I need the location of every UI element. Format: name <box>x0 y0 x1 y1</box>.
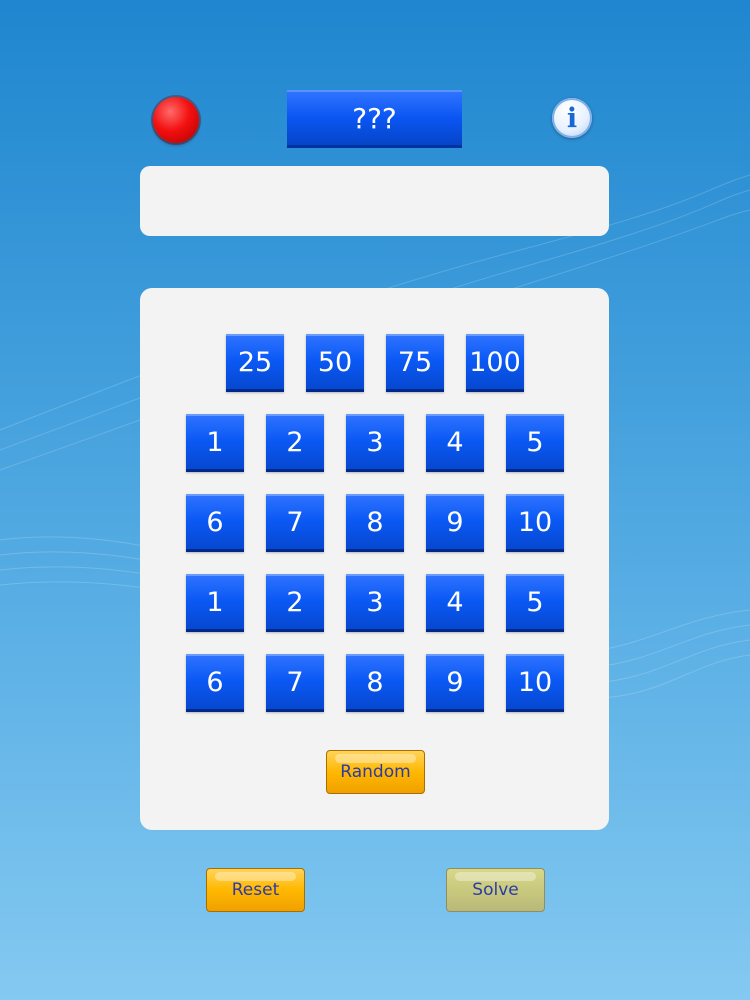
target-number-button[interactable]: ??? <box>287 90 462 148</box>
random-button-label: Random <box>340 762 411 782</box>
tile-label: 50 <box>317 347 353 378</box>
tile-label: 6 <box>206 667 224 698</box>
small-number-tile[interactable]: 10 <box>506 654 564 712</box>
small-number-tile[interactable]: 4 <box>426 414 484 472</box>
target-number-label: ??? <box>352 102 397 135</box>
small-number-tile[interactable]: 2 <box>266 414 324 472</box>
small-number-tile[interactable]: 2 <box>266 574 324 632</box>
tile-label: 7 <box>286 507 304 538</box>
tile-label: 10 <box>517 507 553 538</box>
tile-label: 4 <box>446 587 464 618</box>
small-number-tile[interactable]: 10 <box>506 494 564 552</box>
tile-label: 1 <box>206 427 224 458</box>
tile-label: 10 <box>517 667 553 698</box>
tile-label: 3 <box>366 427 384 458</box>
tile-label: 5 <box>526 427 544 458</box>
small-number-tile[interactable]: 9 <box>426 494 484 552</box>
small-number-tile[interactable]: 3 <box>346 414 404 472</box>
tile-label: 100 <box>469 347 521 378</box>
small-number-tile[interactable]: 5 <box>506 574 564 632</box>
tile-label: 3 <box>366 587 384 618</box>
tile-label: 25 <box>237 347 273 378</box>
tile-label: 6 <box>206 507 224 538</box>
number-panel <box>140 288 609 830</box>
small-number-tile[interactable]: 6 <box>186 654 244 712</box>
random-button[interactable]: Random <box>326 750 425 794</box>
tile-label: 9 <box>446 667 464 698</box>
tile-label: 4 <box>446 427 464 458</box>
small-number-tile[interactable]: 1 <box>186 574 244 632</box>
small-number-tile[interactable]: 8 <box>346 494 404 552</box>
reset-button-label: Reset <box>231 880 280 900</box>
expression-display <box>140 166 609 236</box>
tile-label: 5 <box>526 587 544 618</box>
reset-button[interactable]: Reset <box>206 868 305 912</box>
tile-label: 8 <box>366 507 384 538</box>
tile-label: 7 <box>286 667 304 698</box>
tile-label: 9 <box>446 507 464 538</box>
small-number-tile[interactable]: 3 <box>346 574 404 632</box>
info-icon: i <box>566 102 578 134</box>
info-button[interactable]: i <box>552 98 592 138</box>
solve-button-label: Solve <box>472 880 519 900</box>
small-number-tile[interactable]: 1 <box>186 414 244 472</box>
large-number-tile[interactable]: 50 <box>306 334 364 392</box>
tile-label: 2 <box>286 587 304 618</box>
record-button[interactable] <box>153 97 199 143</box>
solve-button[interactable]: Solve <box>446 868 545 912</box>
large-number-tile[interactable]: 100 <box>466 334 524 392</box>
large-number-tile[interactable]: 25 <box>226 334 284 392</box>
tile-label: 75 <box>397 347 433 378</box>
tile-label: 2 <box>286 427 304 458</box>
small-number-tile[interactable]: 4 <box>426 574 484 632</box>
small-number-tile[interactable]: 7 <box>266 494 324 552</box>
small-number-tile[interactable]: 7 <box>266 654 324 712</box>
small-number-tile[interactable]: 9 <box>426 654 484 712</box>
tile-label: 8 <box>366 667 384 698</box>
tile-label: 1 <box>206 587 224 618</box>
small-number-tile[interactable]: 6 <box>186 494 244 552</box>
small-number-tile[interactable]: 8 <box>346 654 404 712</box>
small-number-tile[interactable]: 5 <box>506 414 564 472</box>
large-number-tile[interactable]: 75 <box>386 334 444 392</box>
